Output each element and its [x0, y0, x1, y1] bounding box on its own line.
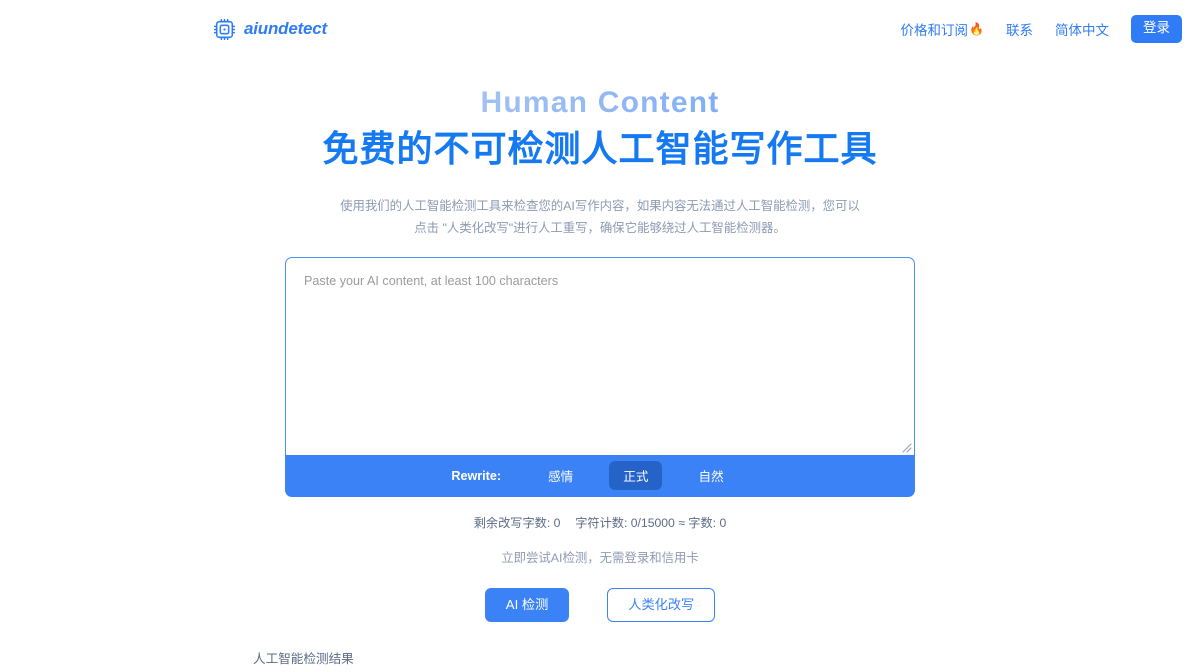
- hero-section: Human Content 免费的不可检测人工智能写作工具 使用我们的人工智能检…: [0, 84, 1200, 240]
- word-count-value: 0: [719, 515, 727, 530]
- brand-name: aiundetect: [244, 19, 328, 38]
- nav-item-pricing-label: 价格和订阅: [900, 23, 969, 38]
- tone-option-emotional[interactable]: 感情: [534, 461, 587, 490]
- rewrite-label: Rewrite:: [451, 468, 502, 483]
- char-count-label: 字符计数:: [575, 515, 628, 530]
- approx-symbol: ≈: [678, 515, 685, 530]
- site-header: aiundetect 价格和订阅 🔥 联系 简体中文 登录: [0, 0, 1200, 58]
- char-count-value: 0/15000: [630, 515, 675, 530]
- main-nav: 价格和订阅 🔥 联系 简体中文 登录: [901, 15, 1182, 43]
- word-count-label: 字数:: [688, 515, 717, 530]
- editor-panel: Rewrite: 感情 正式 自然: [285, 256, 915, 497]
- editor-box: [285, 256, 915, 455]
- nav-item-contact[interactable]: 联系: [1006, 19, 1033, 39]
- hero-subtitle-line-2: "人类化改写"进行人工重写，确保它能够绕过人工智能检测器。: [442, 221, 786, 236]
- detection-results-title: 人工智能检测结果: [253, 652, 354, 667]
- editor-meta: 剩余改写字数: 0 字符计数: 0/15000 ≈ 字数: 0: [0, 513, 1200, 531]
- nav-item-language[interactable]: 简体中文: [1055, 19, 1109, 39]
- tone-option-formal[interactable]: 正式: [609, 461, 663, 491]
- nav-item-pricing[interactable]: 价格和订阅 🔥: [901, 19, 984, 39]
- login-button[interactable]: 登录: [1131, 15, 1182, 43]
- nav-item-language-label: 简体中文: [1055, 23, 1109, 38]
- ai-detect-button[interactable]: AI 检测: [484, 587, 570, 623]
- action-buttons: AI 检测 人类化改写: [0, 587, 1200, 623]
- hero-subtitle: 使用我们的人工智能检测工具来检查您的AI写作内容，如果内容无法通过人工智能检测，…: [340, 196, 860, 239]
- detection-results-section: 人工智能检测结果 GPTZERO CHATGPT CLAUDE WRITER C…: [253, 648, 1200, 672]
- remaining-rewrite-value: 0: [553, 515, 561, 530]
- humanize-button[interactable]: 人类化改写: [607, 587, 716, 623]
- chip-icon: [212, 17, 237, 42]
- rewrite-toolbar: Rewrite: 感情 正式 自然: [285, 454, 915, 497]
- brand-logo[interactable]: aiundetect: [212, 17, 327, 42]
- tone-option-natural[interactable]: 自然: [684, 461, 737, 490]
- nav-item-contact-label: 联系: [1006, 23, 1033, 38]
- fire-emoji-icon: 🔥: [969, 22, 984, 36]
- promo-text: 立即尝试AI检测，无需登录和信用卡: [501, 550, 699, 565]
- ai-content-input[interactable]: [286, 257, 914, 455]
- page-title: 免费的不可检测人工智能写作工具: [322, 127, 878, 169]
- hero-eyebrow: Human Content: [0, 84, 1200, 122]
- remaining-rewrite-label: 剩余改写字数:: [473, 515, 551, 530]
